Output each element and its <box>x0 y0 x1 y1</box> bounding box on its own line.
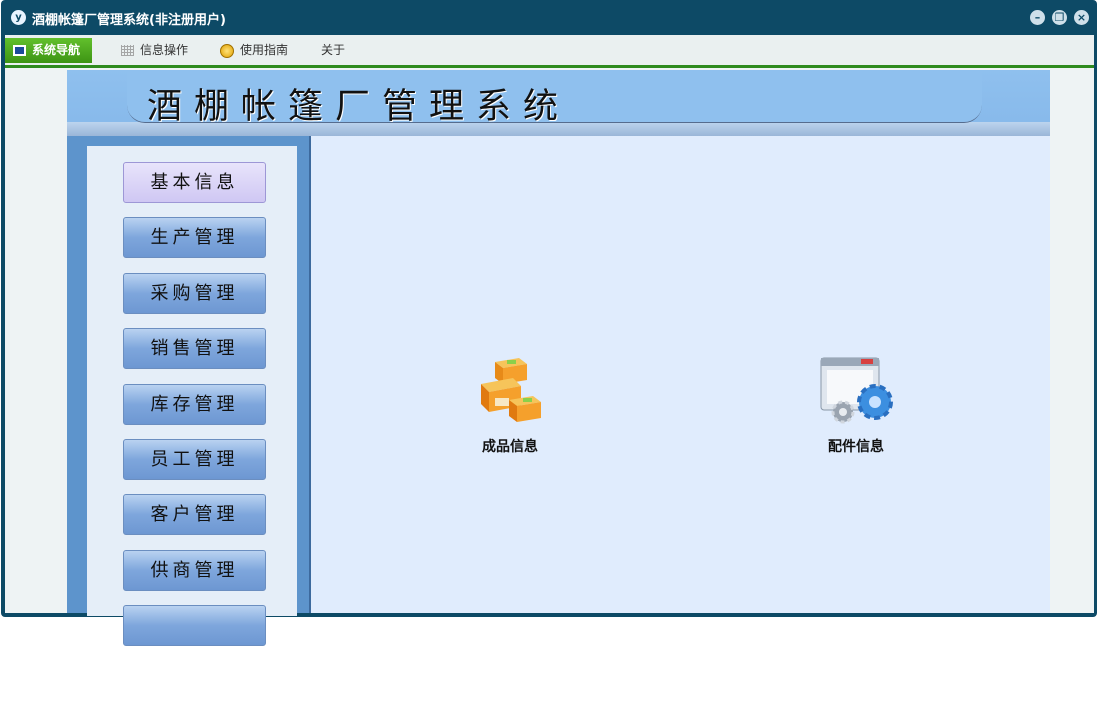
menu-item-guide[interactable]: 使用指南 <box>220 38 288 63</box>
close-icon: × <box>1076 11 1087 24</box>
boxes-icon <box>481 358 541 422</box>
sidebar-item-purchasing[interactable]: 采购管理 <box>123 273 266 314</box>
minimize-icon: – <box>1034 11 1041 24</box>
app-window: y 酒棚帐篷厂管理系统(非注册用户) – ❐ × 系统导航 信息操作 使用指南 … <box>1 0 1097 646</box>
sidebar-item-employees[interactable]: 员工管理 <box>123 439 266 480</box>
grid-icon <box>121 45 134 56</box>
page-title: 酒棚帐篷厂管理系统 <box>147 87 571 127</box>
screen-icon <box>13 45 26 56</box>
tile-finished-goods[interactable]: 成品信息 <box>455 354 565 456</box>
sidebar-item-more[interactable] <box>123 605 266 646</box>
tile-parts[interactable]: 配件信息 <box>801 354 911 456</box>
sidebar-item-suppliers[interactable]: 供商管理 <box>123 550 266 591</box>
restore-icon: ❐ <box>1054 11 1065 24</box>
header-banner: 酒棚帐篷厂管理系统 <box>67 70 1050 136</box>
minimize-button[interactable]: – <box>1030 10 1045 25</box>
sidebar-item-basic-info[interactable]: 基本信息 <box>123 162 266 203</box>
tile-label: 配件信息 <box>828 439 884 455</box>
menu-bar: 系统导航 信息操作 使用指南 关于 <box>5 35 1094 68</box>
sidebar-item-sales[interactable]: 销售管理 <box>123 328 266 369</box>
gear-window-icon <box>820 357 893 424</box>
sidebar-item-inventory[interactable]: 库存管理 <box>123 384 266 425</box>
client-area: 系统导航 信息操作 使用指南 关于 酒棚帐篷厂管理系统 基本信息 生产管理 采购… <box>5 35 1094 646</box>
tile-label: 成品信息 <box>482 439 538 455</box>
menu-item-label: 信息操作 <box>140 43 189 57</box>
sidebar: 基本信息 生产管理 采购管理 销售管理 库存管理 员工管理 客户管理 供商管理 <box>67 136 311 646</box>
app-icon: y <box>11 10 26 25</box>
close-button[interactable]: × <box>1074 10 1089 25</box>
menu-item-label: 关于 <box>321 43 346 57</box>
menu-item-info-ops[interactable]: 信息操作 <box>121 38 188 63</box>
menu-item-label: 系统导航 <box>32 43 81 57</box>
menu-item-label: 使用指南 <box>240 43 289 57</box>
menu-item-system-nav[interactable]: 系统导航 <box>5 38 93 63</box>
window-title: 酒棚帐篷厂管理系统(非注册用户) <box>32 13 226 28</box>
title-bar[interactable]: y 酒棚帐篷厂管理系统(非注册用户) – ❐ × <box>1 0 1097 35</box>
main-content: 成品信息 配件信息 <box>311 136 1050 613</box>
menu-item-about[interactable]: 关于 <box>321 38 345 63</box>
sidebar-panel: 基本信息 生产管理 采购管理 销售管理 库存管理 员工管理 客户管理 供商管理 <box>87 146 297 646</box>
sidebar-item-production[interactable]: 生产管理 <box>123 217 266 258</box>
sidebar-item-customers[interactable]: 客户管理 <box>123 494 266 535</box>
restore-button[interactable]: ❐ <box>1052 10 1067 25</box>
guide-icon <box>220 43 234 58</box>
